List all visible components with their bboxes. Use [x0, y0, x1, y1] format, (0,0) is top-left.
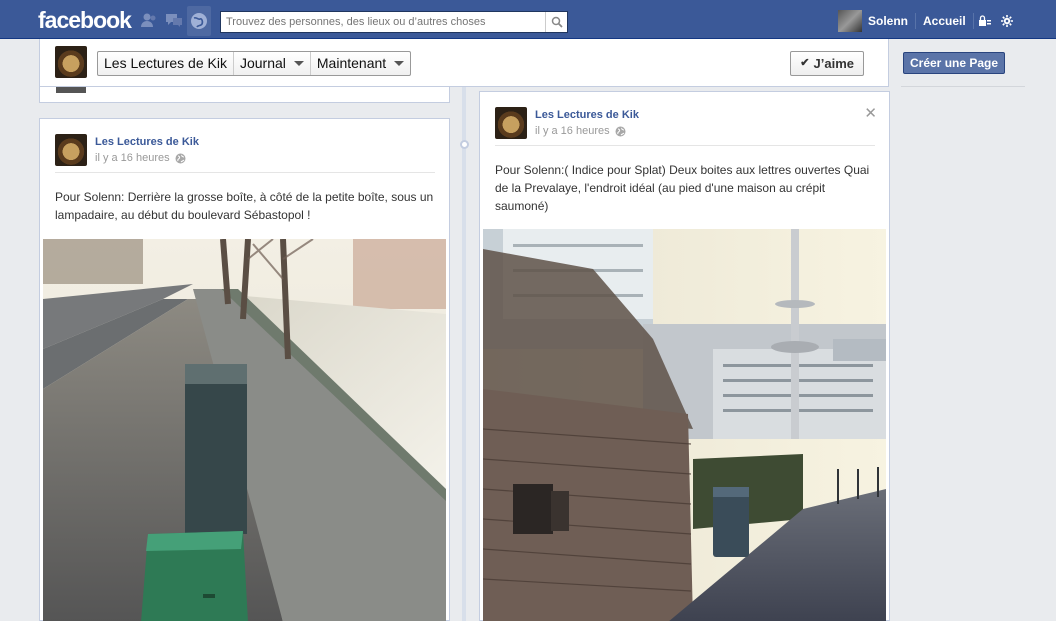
settings-icon[interactable]	[996, 10, 1018, 32]
sidebar-divider	[901, 86, 1025, 87]
author-name[interactable]: Les Lectures de Kik	[535, 109, 639, 121]
globe-icon	[175, 153, 186, 164]
post-meta: il y a 16 heures	[535, 125, 639, 137]
like-page-button[interactable]: ✔ J’aime	[790, 51, 864, 76]
close-icon[interactable]: ✕	[864, 104, 877, 122]
create-page-button[interactable]: Créer une Page	[903, 52, 1006, 74]
post-message: Pour Solenn:( Indice pour Splat) Deux bo…	[495, 163, 870, 213]
profile-link[interactable]: Solenn	[868, 14, 915, 28]
post-divider	[55, 172, 435, 173]
previous-post-image-edge	[56, 87, 86, 93]
author-avatar[interactable]	[495, 107, 527, 139]
user-nav: Solenn Accueil	[838, 10, 1018, 32]
search-icon	[551, 16, 563, 28]
privacy-icon[interactable]	[974, 10, 996, 32]
check-icon: ✔	[800, 57, 810, 69]
home-link[interactable]: Accueil	[916, 14, 973, 28]
top-bar: facebook Solenn Accueil	[0, 0, 1056, 39]
search-input[interactable]	[221, 12, 541, 32]
friend-requests-icon[interactable]	[138, 9, 160, 31]
globe-icon	[615, 126, 626, 137]
facebook-logo[interactable]: facebook	[38, 7, 132, 34]
post-message: Pour Solenn: Derrière la grosse boîte, à…	[55, 190, 434, 222]
timeline-post: Les Lectures de Kik il y a 16 heures ✕ P…	[479, 91, 890, 621]
timeline-connector-dot	[460, 140, 469, 149]
post-photo[interactable]	[483, 229, 886, 621]
breadcrumb-page-name[interactable]: Les Lectures de Kik	[98, 52, 234, 75]
search-button[interactable]	[545, 12, 567, 32]
post-meta: il y a 16 heures	[95, 152, 199, 164]
messages-icon[interactable]	[163, 9, 185, 31]
post-header: Les Lectures de Kik il y a 16 heures	[55, 134, 199, 166]
user-avatar[interactable]	[838, 10, 862, 32]
post-timestamp[interactable]: il y a 16 heures	[95, 152, 170, 164]
search-box[interactable]	[220, 11, 568, 33]
post-timestamp[interactable]: il y a 16 heures	[535, 125, 610, 137]
chevron-down-icon	[394, 61, 405, 66]
post-photo[interactable]	[43, 239, 446, 621]
page-header-bar: Les Lectures de Kik Journal Maintenant ✔…	[39, 39, 889, 87]
author-avatar[interactable]	[55, 134, 87, 166]
chevron-down-icon	[293, 61, 304, 66]
timeline-post: Les Lectures de Kik il y a 16 heures Pou…	[39, 118, 450, 621]
previous-post-stub	[39, 87, 450, 103]
notifications-icon[interactable]	[187, 6, 211, 36]
post-header: Les Lectures de Kik il y a 16 heures	[495, 107, 639, 139]
timeline-spine	[462, 87, 466, 621]
author-name[interactable]: Les Lectures de Kik	[95, 136, 199, 148]
breadcrumb-journal-dropdown[interactable]: Journal	[234, 52, 311, 75]
breadcrumb-date-dropdown[interactable]: Maintenant	[311, 52, 410, 75]
post-divider	[495, 145, 875, 146]
page-profile-picture[interactable]	[55, 46, 87, 78]
breadcrumb: Les Lectures de Kik Journal Maintenant	[97, 51, 412, 76]
